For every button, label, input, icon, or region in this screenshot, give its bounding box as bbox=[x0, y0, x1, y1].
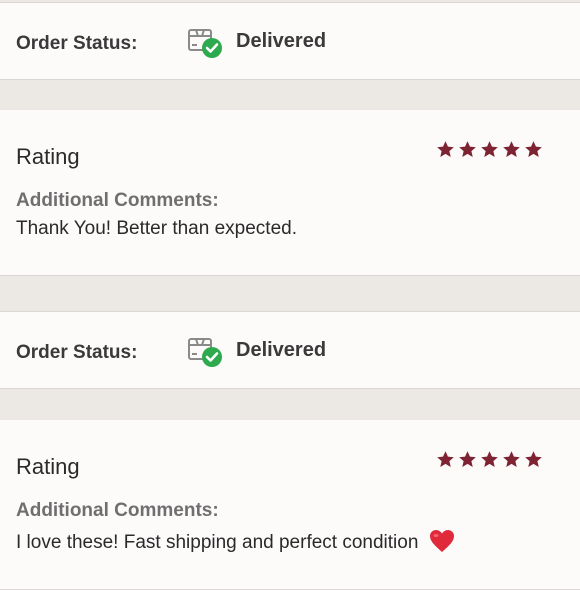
star-icon bbox=[524, 140, 543, 159]
star-icon bbox=[502, 140, 521, 159]
rating-title: Rating bbox=[16, 144, 80, 169]
order-status-card: Order Status: Delivered bbox=[0, 311, 580, 389]
order-status-value: Delivered bbox=[236, 339, 327, 361]
rating-stars bbox=[436, 450, 543, 469]
star-icon bbox=[524, 450, 543, 469]
additional-comments-label: Additional Comments: bbox=[16, 190, 219, 211]
rating-stars bbox=[436, 140, 543, 159]
star-icon bbox=[480, 450, 499, 469]
star-icon bbox=[436, 140, 455, 159]
package-delivered-icon bbox=[187, 333, 223, 369]
comment-text: I love these! Fast shipping and perfect … bbox=[16, 532, 419, 553]
star-icon bbox=[458, 140, 477, 159]
order-status-card: Order Status: Delivered bbox=[0, 2, 580, 80]
rating-title: Rating bbox=[16, 454, 80, 479]
order-status-value: Delivered bbox=[236, 30, 327, 52]
star-icon bbox=[480, 140, 499, 159]
order-status-label: Order Status: bbox=[16, 33, 138, 54]
order-status-label: Order Status: bbox=[16, 342, 138, 363]
comment-text: Thank You! Better than expected. bbox=[16, 218, 297, 239]
star-icon bbox=[436, 450, 455, 469]
rating-card: Rating Additional Comments: Thank You! B… bbox=[0, 110, 580, 276]
star-icon bbox=[502, 450, 521, 469]
rating-card: Rating Additional Comments: I love these… bbox=[0, 420, 580, 590]
additional-comments-label: Additional Comments: bbox=[16, 500, 219, 521]
comment-text-wrapper: I love these! Fast shipping and perfect … bbox=[16, 528, 456, 554]
package-delivered-icon bbox=[187, 24, 223, 60]
star-icon bbox=[458, 450, 477, 469]
heart-emoji-icon bbox=[429, 530, 454, 552]
